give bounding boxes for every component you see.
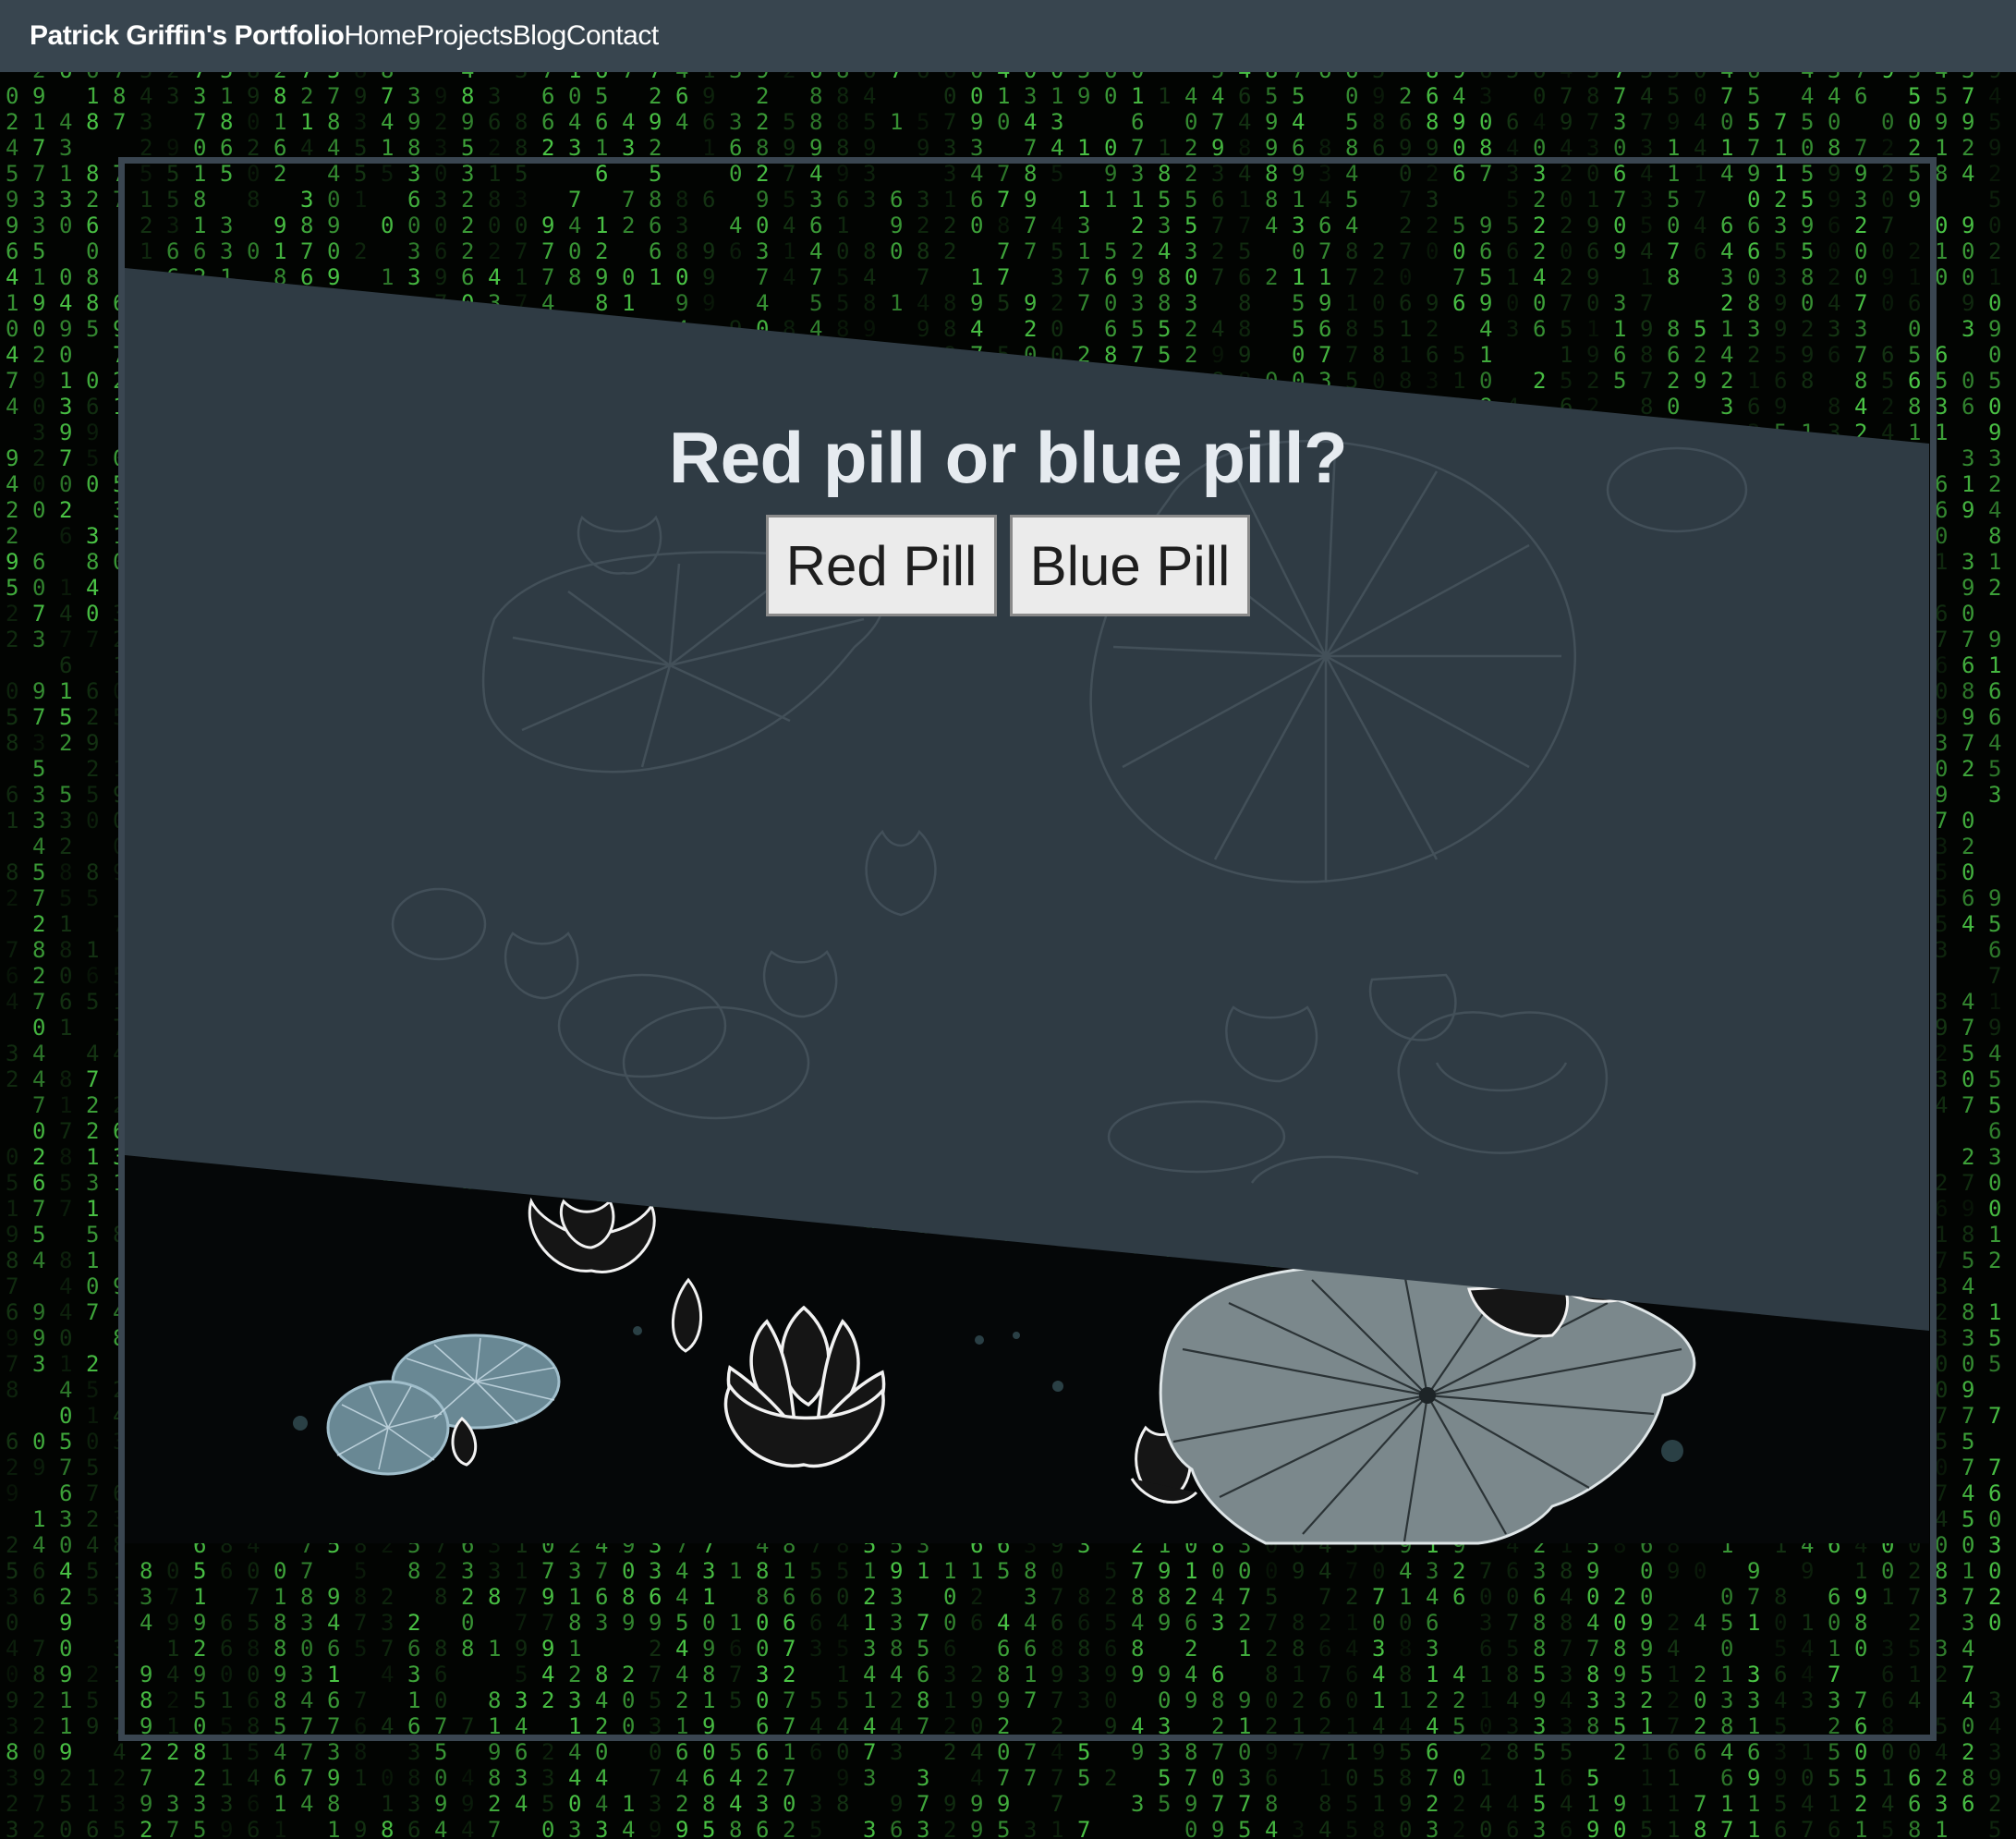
nav-link-blog[interactable]: Blog <box>513 20 567 52</box>
hero-question: Red pill or blue pill? <box>668 417 1348 498</box>
red-pill-button[interactable]: Red Pill <box>766 515 997 616</box>
nav-link-projects[interactable]: Projects <box>416 20 513 52</box>
blue-pill-button[interactable]: Blue Pill <box>1010 515 1250 616</box>
pill-choice-group: Red Pill Blue Pill <box>0 515 2016 616</box>
site-brand[interactable]: Patrick Griffin's Portfolio <box>30 20 345 52</box>
nav-link-contact[interactable]: Contact <box>566 20 659 52</box>
navbar: Patrick Griffin's Portfolio Home Project… <box>0 0 2016 72</box>
nav-link-home[interactable]: Home <box>344 20 417 52</box>
